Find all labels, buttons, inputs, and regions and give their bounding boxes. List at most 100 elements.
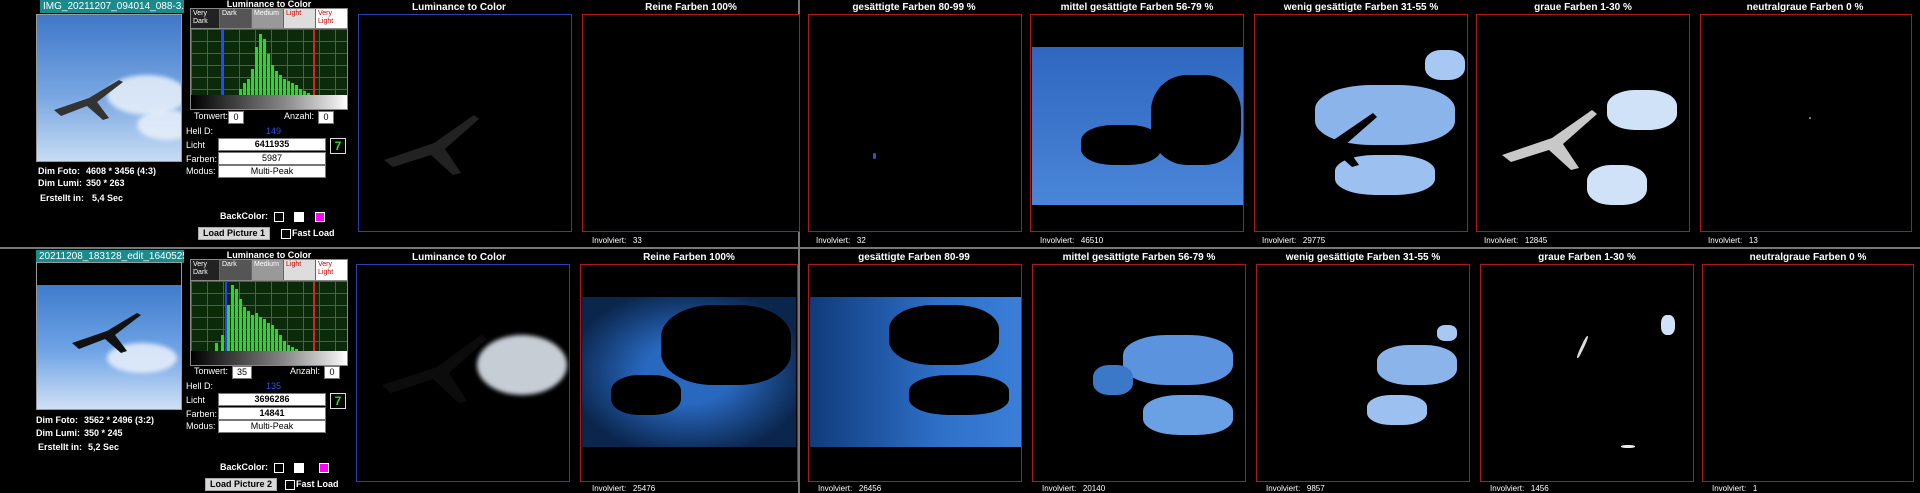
farben-value: 14841 bbox=[218, 407, 326, 420]
panel-title: Luminance to Color bbox=[412, 2, 506, 13]
result-panel-reine[interactable] bbox=[580, 264, 798, 482]
anzahl-label: Anzahl: bbox=[284, 111, 315, 121]
dim-lumi: Dim Lumi: 350 * 263 bbox=[38, 178, 125, 188]
panel-title: graue Farben 1-30 % bbox=[1538, 252, 1636, 263]
tonwert-input[interactable]: 0 bbox=[228, 111, 244, 124]
erstellt-in: Erstellt in: 5,4 Sec bbox=[40, 193, 124, 203]
involviert-label: Involviert: 12845 bbox=[1484, 236, 1548, 245]
thumbnail-image[interactable] bbox=[36, 262, 182, 410]
result-panel-neutral[interactable] bbox=[1700, 14, 1912, 232]
brightness-selector[interactable]: Very Dark Dark Medium Light Very Light bbox=[190, 259, 348, 281]
airplane-icon bbox=[384, 115, 479, 175]
fast-load-checkbox[interactable] bbox=[281, 229, 291, 239]
load-picture-1-button[interactable]: Load Picture 1 bbox=[198, 227, 270, 240]
modus-value[interactable]: Multi-Peak bbox=[218, 165, 326, 178]
licht-value: 3696286 bbox=[218, 393, 326, 406]
anzahl-input[interactable]: 0 bbox=[324, 366, 340, 379]
involviert-label: Involviert: 1 bbox=[1712, 484, 1758, 493]
backcolor-black[interactable] bbox=[274, 463, 284, 473]
panel-title: Luminance to Color bbox=[412, 252, 506, 263]
medium-option[interactable]: Medium bbox=[252, 9, 284, 29]
involviert-label: Involviert: 25476 bbox=[592, 484, 656, 493]
airplane-icon bbox=[1502, 110, 1597, 170]
airplane-icon bbox=[72, 313, 141, 353]
licht-label: Licht bbox=[186, 395, 206, 405]
panel-title: mittel gesättigte Farben 56-79 % bbox=[1062, 252, 1216, 263]
very-light-option[interactable]: Very Light bbox=[316, 9, 347, 29]
fast-load-label: Fast Load bbox=[292, 228, 335, 238]
fast-load-checkbox[interactable] bbox=[285, 480, 295, 490]
farben-value: 5987 bbox=[218, 152, 326, 165]
backcolor-black[interactable] bbox=[274, 212, 284, 222]
hell-value: 149 bbox=[266, 126, 282, 136]
histogram[interactable] bbox=[190, 28, 348, 110]
anzahl-label: Anzahl: bbox=[290, 366, 321, 376]
backcolor-magenta[interactable] bbox=[319, 463, 329, 473]
backcolor-magenta[interactable] bbox=[315, 212, 325, 222]
panel-title: gesättigte Farben 80-99 % bbox=[852, 2, 976, 13]
result-panel-neutral[interactable] bbox=[1702, 264, 1914, 482]
licht-value: 6411935 bbox=[218, 138, 326, 151]
airplane-icon bbox=[382, 335, 487, 403]
luminance-panel[interactable] bbox=[356, 264, 570, 482]
tonwert-label: Tonwert: bbox=[194, 111, 229, 121]
involviert-label: Involviert: 29775 bbox=[1262, 236, 1326, 245]
farben-label: Farben: bbox=[186, 154, 218, 164]
medium-option[interactable]: Medium bbox=[252, 260, 284, 280]
panel-title: graue Farben 1-30 % bbox=[1534, 2, 1632, 13]
result-panel-gesaettigt[interactable] bbox=[808, 264, 1022, 482]
hell-value: 135 bbox=[266, 381, 282, 391]
panel-title: Reine Farben 100% bbox=[643, 252, 735, 263]
very-dark-option[interactable]: Very Dark bbox=[191, 9, 220, 29]
result-panel-wenig[interactable] bbox=[1254, 14, 1468, 232]
thumbnail-image[interactable] bbox=[36, 14, 182, 162]
backcolor-white[interactable] bbox=[294, 212, 304, 222]
panel-title: neutralgraue Farben 0 % bbox=[1746, 2, 1864, 13]
backcolor-label: BackColor: bbox=[220, 462, 269, 472]
backcolor-white[interactable] bbox=[294, 463, 304, 473]
modus-value[interactable]: Multi-Peak bbox=[218, 420, 326, 433]
brightness-selector[interactable]: Very Dark Dark Medium Light Very Light bbox=[190, 8, 348, 30]
hell-label: Hell D: bbox=[186, 381, 214, 391]
result-panel-grau[interactable] bbox=[1476, 14, 1690, 232]
result-panel-reine[interactable] bbox=[582, 14, 800, 232]
panel-title: mittel gesättigte Farben 56-79 % bbox=[1060, 2, 1214, 13]
erstellt-in: Erstellt in: 5,2 Sec bbox=[38, 442, 120, 452]
involviert-label: Involviert: 20140 bbox=[1042, 484, 1106, 493]
involviert-label: Involviert: 13 bbox=[1708, 236, 1758, 245]
tonwert-input[interactable]: 35 bbox=[232, 366, 252, 379]
very-dark-option[interactable]: Very Dark bbox=[191, 260, 220, 280]
licht-label: Licht bbox=[186, 140, 206, 150]
result-panel-mittel[interactable] bbox=[1032, 264, 1246, 482]
light-option[interactable]: Light bbox=[284, 260, 316, 280]
dark-option[interactable]: Dark bbox=[220, 9, 252, 29]
light-option[interactable]: Light bbox=[284, 9, 316, 29]
peak-count: 7 bbox=[330, 393, 346, 409]
very-light-option[interactable]: Very Light bbox=[316, 260, 347, 280]
involviert-label: Involviert: 33 bbox=[592, 236, 642, 245]
result-panel-grau[interactable] bbox=[1480, 264, 1694, 482]
airplane-icon bbox=[54, 80, 123, 120]
panel-title: gesättigte Farben 80-99 bbox=[858, 252, 970, 263]
result-panel-gesaettigt[interactable] bbox=[808, 14, 1022, 232]
luminance-panel[interactable] bbox=[358, 14, 572, 232]
involviert-label: Involviert: 32 bbox=[816, 236, 866, 245]
involviert-label: Involviert: 9857 bbox=[1266, 484, 1325, 493]
modus-label: Modus: bbox=[186, 166, 216, 176]
result-panel-mittel[interactable] bbox=[1030, 14, 1244, 232]
dark-option[interactable]: Dark bbox=[220, 260, 252, 280]
anzahl-input[interactable]: 0 bbox=[318, 111, 334, 124]
load-picture-2-button[interactable]: Load Picture 2 bbox=[205, 478, 277, 491]
tonwert-label: Tonwert: bbox=[194, 366, 229, 376]
result-panel-wenig[interactable] bbox=[1256, 264, 1470, 482]
panel-title: wenig gesättigte Farben 31-55 % bbox=[1285, 252, 1441, 263]
dim-lumi: Dim Lumi: 350 * 245 bbox=[36, 428, 123, 438]
panel-title: neutralgraue Farben 0 % bbox=[1749, 252, 1867, 263]
fast-load-label: Fast Load bbox=[296, 479, 339, 489]
row-divider bbox=[0, 247, 1920, 249]
filename-label: IMG_20211207_094014_088-3.5X.jpg bbox=[40, 0, 184, 13]
histogram[interactable] bbox=[190, 280, 348, 366]
dim-foto: Dim Foto: 4608 * 3456 (4:3) bbox=[38, 166, 157, 176]
peak-count: 7 bbox=[330, 138, 346, 154]
panel-title: wenig gesättigte Farben 31-55 % bbox=[1283, 2, 1439, 13]
